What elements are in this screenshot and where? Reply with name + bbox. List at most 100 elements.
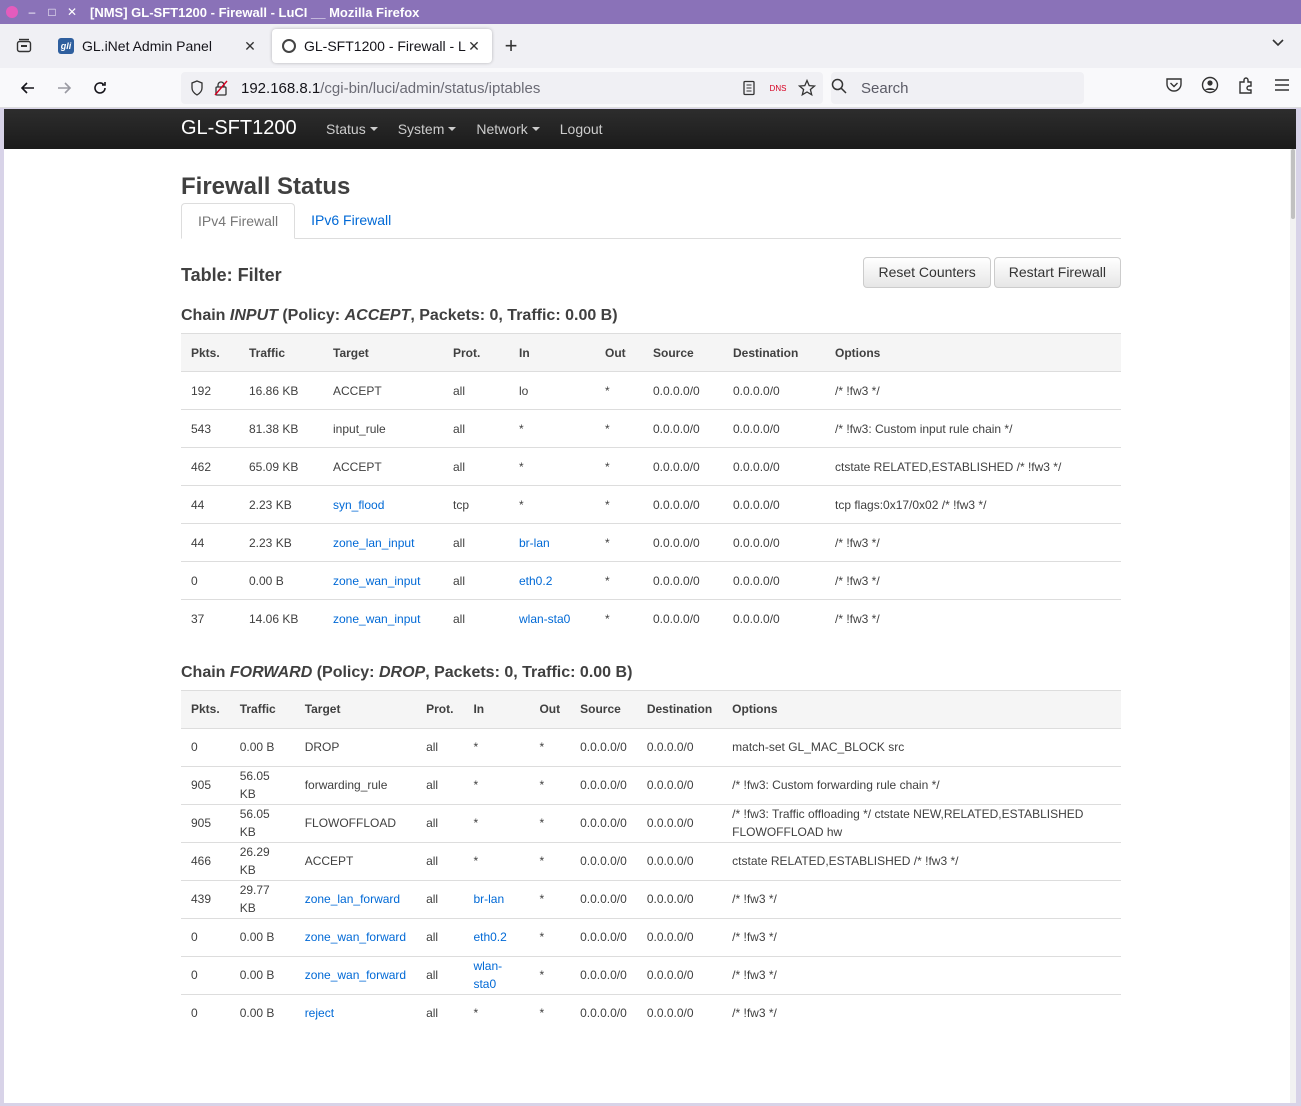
luci-header: GL-SFT1200 Status System Network Logout: [4, 109, 1296, 149]
interface-link[interactable]: br-lan: [473, 892, 504, 906]
table-row: 44 2.23 KB syn_flood tcp * * 0.0.0.0/0 0.0.0.0/…: [181, 485, 1121, 524]
column-header: Pkts.: [181, 333, 239, 372]
interface-link[interactable]: eth0.2: [519, 574, 552, 588]
target-chain-link[interactable]: zone_lan_input: [333, 536, 414, 550]
target-chain-link[interactable]: syn_flood: [333, 498, 384, 512]
cell-out: *: [595, 409, 643, 448]
list-all-tabs-button[interactable]: [1271, 36, 1285, 55]
arrow-right-icon: [58, 81, 72, 94]
restart-firewall-button[interactable]: Restart Firewall: [993, 257, 1121, 288]
table-header-row: Pkts. Traffic Target Prot. In Out Source Destin…: [181, 689, 1121, 728]
column-header: Out: [529, 689, 571, 728]
cell-pkts: 0: [181, 993, 230, 1032]
target-chain-link[interactable]: reject: [305, 1006, 334, 1020]
bookmark-star-icon[interactable]: [795, 79, 819, 97]
cell-dst: 0.0.0.0/0: [723, 371, 825, 410]
cell-opts: /* !fw3 */: [825, 371, 1121, 410]
menu-network[interactable]: Network: [476, 121, 540, 137]
table-row: 543 81.38 KB input_rule all * * 0.0.0.0/0 0.0.0…: [181, 409, 1121, 448]
cell-target: FLOWOFFLOAD: [294, 803, 417, 842]
hamburger-menu-icon[interactable]: [1273, 76, 1291, 94]
table-row: 905 56.05 KB forwarding_rule all * * 0.0.0.0/0…: [181, 765, 1121, 804]
page-title: Firewall Status: [181, 173, 351, 200]
brand[interactable]: GL-SFT1200: [181, 117, 297, 140]
tab-glinet-admin[interactable]: gli GL.iNet Admin Panel ✕: [48, 29, 268, 63]
reader-view-icon[interactable]: [737, 80, 761, 96]
cell-traffic: 0.00 B: [239, 561, 323, 600]
cell-in: br-lan: [463, 879, 530, 918]
cell-out: *: [595, 523, 643, 562]
cell-opts: /* !fw3: Custom input rule chain */: [825, 409, 1121, 448]
scrollbar-thumb[interactable]: [1291, 149, 1295, 219]
cell-out: *: [529, 803, 571, 842]
url-bar[interactable]: 192.168.8.1/cgi-bin/luci/admin/status/ip…: [181, 72, 823, 104]
cell-src: 0.0.0.0/0: [643, 561, 723, 600]
cell-dst: 0.0.0.0/0: [636, 727, 723, 766]
arrow-left-icon: [20, 81, 34, 94]
back-button[interactable]: [10, 72, 46, 104]
target-chain-link[interactable]: zone_wan_forward: [305, 930, 406, 944]
menu-system[interactable]: System: [398, 121, 457, 137]
target-chain-link[interactable]: zone_lan_forward: [305, 892, 400, 906]
shield-icon[interactable]: [185, 80, 209, 96]
interface-link[interactable]: eth0.2: [473, 930, 506, 944]
target-chain-link[interactable]: zone_wan_forward: [305, 968, 406, 982]
cell-traffic: 14.06 KB: [239, 599, 323, 638]
insecure-lock-icon[interactable]: [209, 80, 233, 96]
target-chain-link[interactable]: zone_wan_input: [333, 574, 420, 588]
scrollbar-track[interactable]: [1290, 149, 1296, 1103]
cell-out: *: [529, 765, 571, 804]
close-window-button[interactable]: ✕: [62, 5, 82, 19]
cell-opts: ctstate RELATED,ESTABLISHED /* !fw3 */: [722, 841, 1121, 880]
dns-badge[interactable]: DNS: [761, 84, 795, 93]
menu-logout[interactable]: Logout: [560, 121, 603, 137]
firefox-icon: [6, 6, 18, 18]
cell-dst: 0.0.0.0/0: [636, 803, 723, 842]
target-chain-link[interactable]: zone_wan_input: [333, 612, 420, 626]
table-row: 0 0.00 Bzone_wan_forward all eth0.2 * 0.0.0.0…: [181, 917, 1121, 956]
firefox-view-button[interactable]: [0, 24, 48, 68]
cell-in: eth0.2: [509, 561, 595, 600]
cell-traffic: 2.23 KB: [239, 485, 323, 524]
maximize-window-button[interactable]: □: [42, 5, 62, 19]
cell-target: forwarding_rule: [294, 765, 417, 804]
reset-counters-button[interactable]: Reset Counters: [863, 257, 991, 288]
table-row: 192 16.86 KB ACCEPT all lo * 0.0.0.0/0 0.0.0.0/…: [181, 371, 1121, 410]
tab-luci-firewall[interactable]: GL-SFT1200 - Firewall - LuCI ✕: [272, 29, 492, 63]
extensions-icon[interactable]: [1237, 76, 1255, 94]
table-row: 0 0.00 Bzone_wan_input all eth0.2 * 0.0.0.0/0…: [181, 561, 1121, 600]
tab-close-icon[interactable]: ✕: [242, 38, 258, 55]
cell-prot: all: [443, 447, 509, 486]
menu-status[interactable]: Status: [326, 121, 378, 137]
pocket-icon[interactable]: [1165, 76, 1183, 94]
forward-button[interactable]: [46, 72, 82, 104]
column-header: Source: [570, 689, 637, 728]
cell-opts: tcp flags:0x17/0x02 /* !fw3 */: [825, 485, 1121, 524]
cell-target: zone_wan_input: [323, 599, 443, 638]
account-icon[interactable]: [1201, 76, 1219, 94]
cell-dst: 0.0.0.0/0: [723, 447, 825, 486]
cell-target: zone_wan_input: [323, 561, 443, 600]
search-icon: [831, 78, 861, 98]
new-tab-button[interactable]: +: [496, 33, 526, 59]
tab-ipv4-firewall[interactable]: IPv4 Firewall: [181, 203, 296, 239]
tab-close-icon[interactable]: ✕: [466, 38, 482, 55]
tab-ipv6-firewall[interactable]: IPv6 Firewall: [295, 203, 407, 239]
cell-pkts: 37: [181, 599, 239, 638]
cell-target: syn_flood: [323, 485, 443, 524]
table-title-row: Table: Filter Reset Counters Restart Fir…: [181, 251, 1121, 299]
cell-in: *: [509, 485, 595, 524]
cell-prot: all: [443, 409, 509, 448]
reload-button[interactable]: [82, 72, 118, 104]
table-row: 44 2.23 KB zone_lan_input all br-lan * 0.0.0.0…: [181, 523, 1121, 562]
column-header: Out: [595, 333, 643, 372]
search-bar[interactable]: Search: [831, 72, 1084, 104]
minimize-window-button[interactable]: –: [22, 5, 42, 19]
cell-prot: all: [416, 803, 464, 842]
table-row: 0 0.00 Bzone_wan_forward all wlan-sta0 * 0.0.…: [181, 955, 1121, 994]
caret-down-icon: [369, 127, 378, 131]
interface-link[interactable]: br-lan: [519, 536, 550, 550]
cell-src: 0.0.0.0/0: [643, 409, 723, 448]
interface-link[interactable]: wlan-sta0: [519, 612, 570, 626]
interface-link[interactable]: wlan-sta0: [473, 959, 502, 991]
